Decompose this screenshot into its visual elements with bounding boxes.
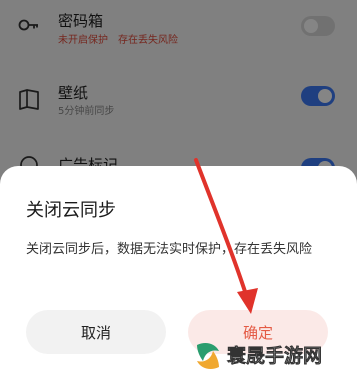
dialog-title: 关闭云同步 xyxy=(26,200,116,221)
cancel-button[interactable]: 取消 xyxy=(26,310,166,354)
watermark-url: huan-sun.com xyxy=(229,364,291,372)
watermark: 寰晟手游网 huan-sun.com xyxy=(191,339,351,375)
dialog-message: 关闭云同步后，数据无法实时保护，存在丢失风险 xyxy=(26,242,313,257)
brand-logo-icon xyxy=(197,343,219,369)
